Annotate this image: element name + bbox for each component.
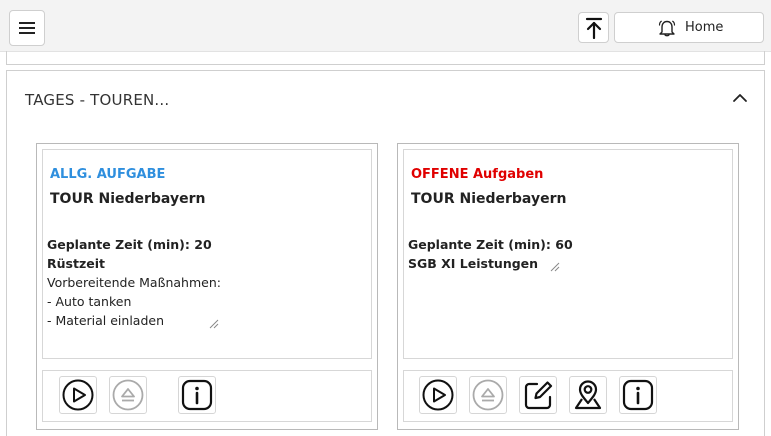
info-icon — [181, 379, 213, 411]
play-icon — [62, 379, 94, 411]
edit-icon — [524, 381, 553, 410]
task-card: ALLG. AUFGABE TOUR Niederbayern Geplante… — [36, 143, 378, 430]
eject-icon — [112, 379, 144, 411]
info-icon — [622, 379, 654, 411]
card-actions — [403, 370, 733, 422]
task-category: ALLG. AUFGABE — [50, 167, 166, 182]
tour-name: TOUR Niederbayern — [411, 191, 567, 207]
hamburger-icon — [19, 22, 35, 34]
map-pin-icon — [574, 380, 602, 410]
tour-name: TOUR Niederbayern — [50, 191, 206, 207]
top-bar: Home — [0, 0, 771, 52]
planned-time: Geplante Zeit (min): 20 — [47, 237, 212, 252]
edit-button[interactable] — [519, 376, 557, 414]
location-button[interactable] — [569, 376, 607, 414]
play-icon — [422, 379, 454, 411]
home-label: Home — [685, 20, 724, 35]
start-button[interactable] — [59, 376, 97, 414]
resize-grip-icon[interactable] — [209, 319, 219, 329]
arrow-to-top-icon — [585, 17, 602, 39]
info-button[interactable] — [178, 376, 216, 414]
eject-button[interactable] — [109, 376, 147, 414]
chevron-up-icon[interactable] — [732, 92, 748, 104]
collapsed-panel — [6, 51, 765, 65]
note-line: Vorbereitende Maßnahmen: — [47, 275, 221, 290]
tour-section: TAGES - TOUREN... ALLG. AUFGABE TOUR Nie… — [6, 70, 765, 436]
task-card: OFFENE Aufgaben TOUR Niederbayern Geplan… — [397, 143, 739, 430]
card-body[interactable]: ALLG. AUFGABE TOUR Niederbayern Geplante… — [42, 149, 372, 359]
resize-grip-icon[interactable] — [550, 262, 560, 272]
eject-button[interactable] — [469, 376, 507, 414]
card-body[interactable]: OFFENE Aufgaben TOUR Niederbayern Geplan… — [403, 149, 733, 359]
task-description: Geplante Zeit (min): 20 Rüstzeit Vorbere… — [47, 235, 223, 330]
menu-button[interactable] — [9, 10, 45, 46]
scroll-to-top-button[interactable] — [578, 12, 609, 43]
note-line: - Material einladen — [47, 313, 165, 328]
card-actions — [42, 370, 372, 422]
section-title: TAGES - TOUREN... — [25, 91, 170, 109]
eject-icon — [472, 379, 504, 411]
note-line: - Auto tanken — [47, 294, 132, 309]
bell-icon — [658, 20, 676, 37]
home-button[interactable]: Home — [614, 12, 764, 43]
info-button[interactable] — [619, 376, 657, 414]
start-button[interactable] — [419, 376, 457, 414]
planned-time: Geplante Zeit (min): 60 — [408, 237, 573, 252]
task-type: Rüstzeit — [47, 256, 105, 271]
task-category: OFFENE Aufgaben — [411, 167, 544, 182]
